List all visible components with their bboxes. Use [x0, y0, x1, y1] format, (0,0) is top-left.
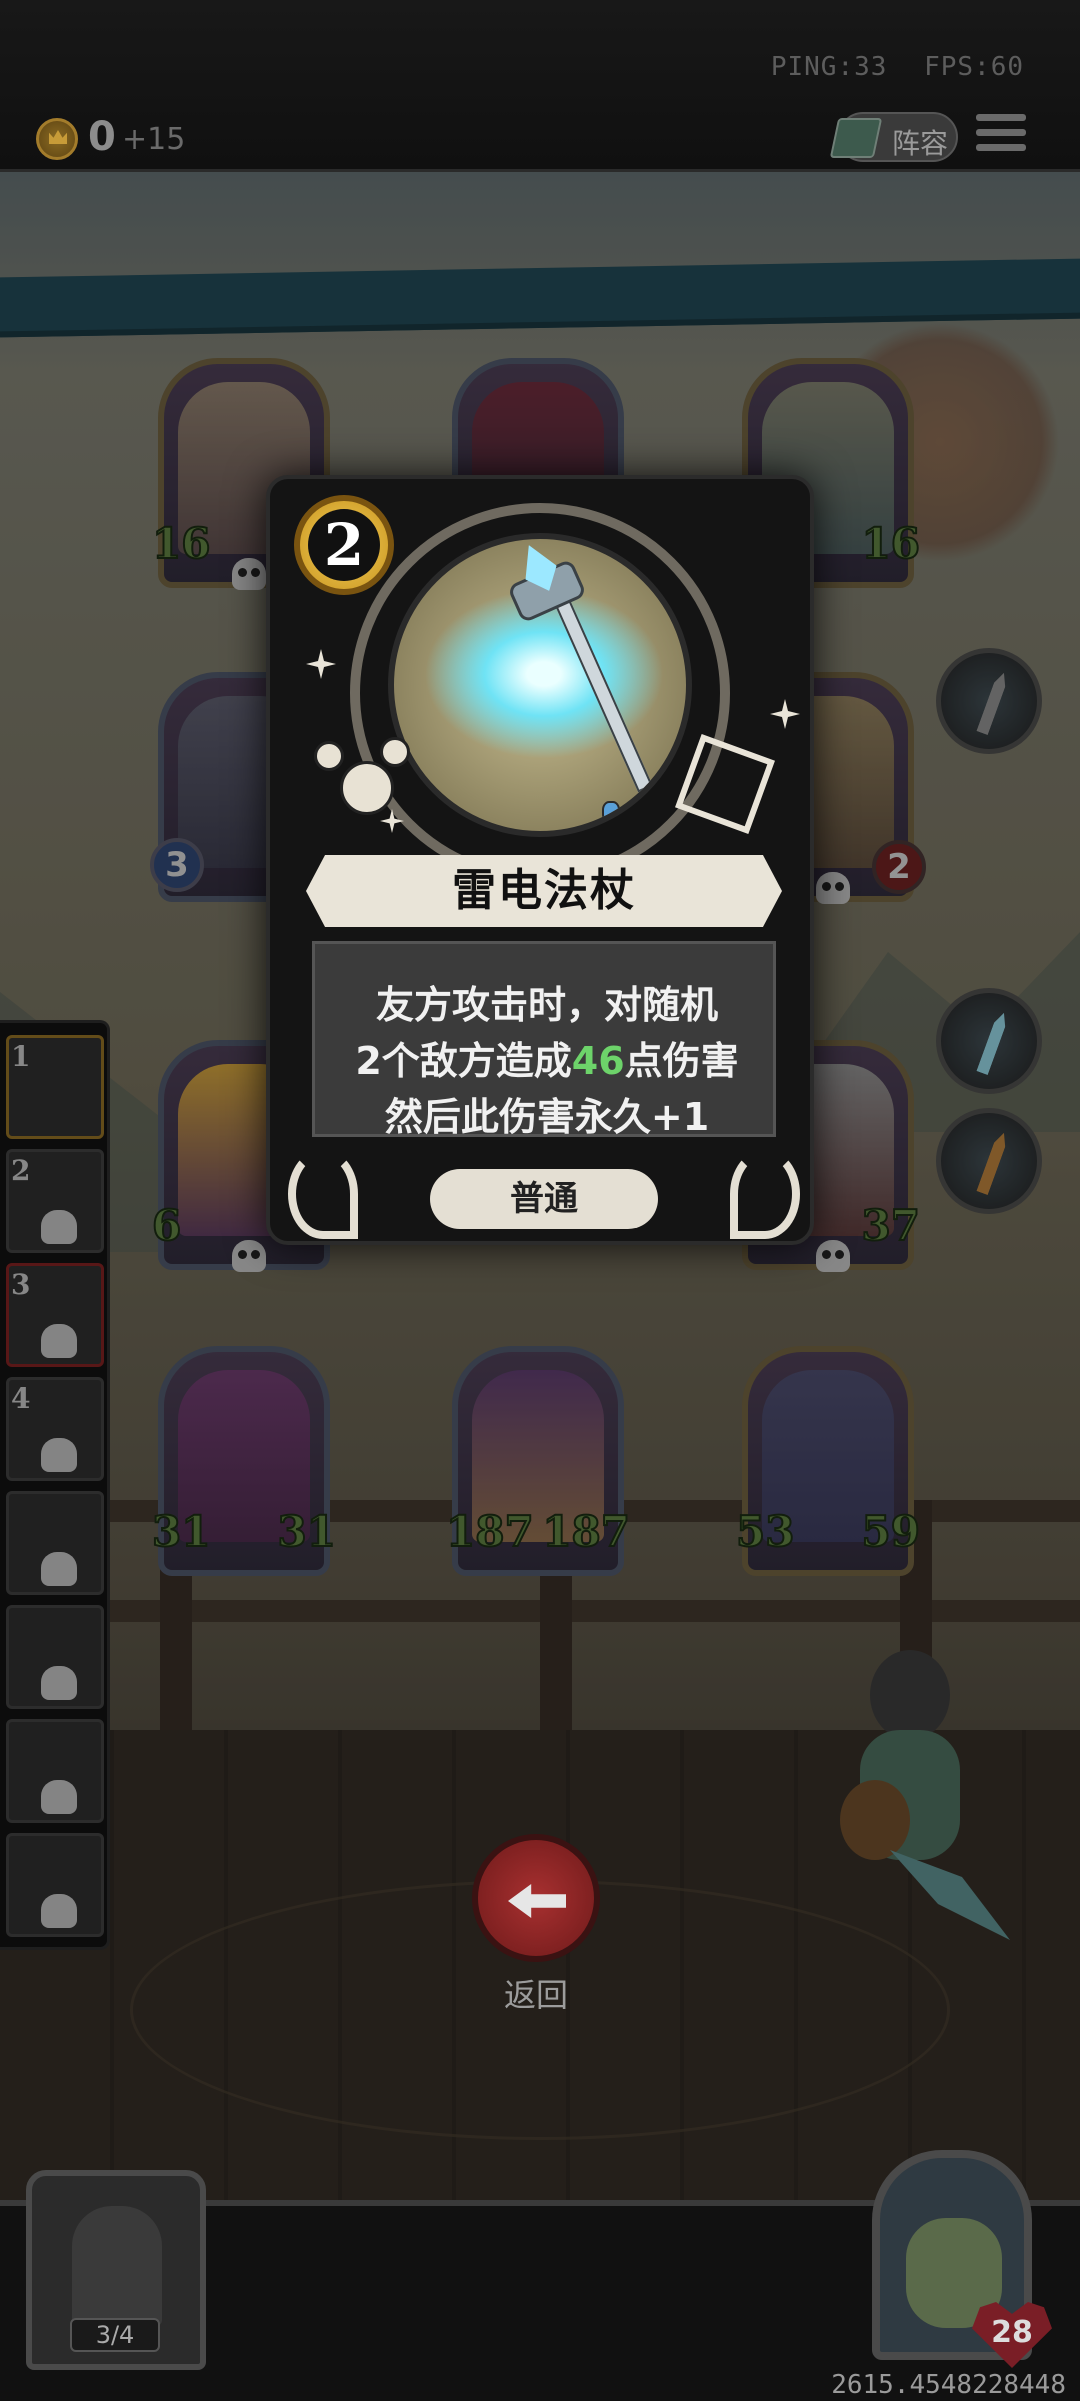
- arrow-left-icon: [508, 1884, 566, 1918]
- item-description: 友方攻击时，对随机 2个敌方造成46点伤害 然后此伤害永久+1: [312, 941, 779, 1139]
- paw-print-icon: [340, 761, 394, 815]
- paw-print-icon: [314, 741, 344, 771]
- back-label: 返回: [503, 1976, 568, 2014]
- item-name-ribbon: 雷电法杖: [306, 855, 782, 927]
- item-art: [388, 533, 692, 837]
- gold-income: +15: [122, 122, 186, 157]
- menu-icon[interactable]: [976, 114, 1026, 156]
- item-detail-card: 2 雷电法杖 友方攻击时，对随机 2个敌方造成46点伤害 然后此伤害永久+1 普…: [266, 475, 814, 1245]
- desc-line-3: 然后此伤害永久+1: [384, 1095, 710, 1139]
- gem-icon: [602, 801, 620, 823]
- lineup-label: 阵容: [892, 127, 949, 160]
- desc-line-2-b: 点伤害: [624, 1039, 739, 1083]
- sparkle-icon: [770, 699, 800, 729]
- item-cost: 2: [323, 511, 365, 579]
- network-stats: PING:33 FPS:60: [751, 52, 1024, 82]
- lineup-button[interactable]: 阵容: [829, 112, 958, 162]
- book-icon: [829, 118, 883, 158]
- crown-icon: [49, 130, 67, 144]
- coordinate-readout: 2615.4548228448: [831, 2370, 1066, 2400]
- desc-line-2-a: 2个敌方造成: [355, 1039, 572, 1083]
- paw-print-icon: [380, 737, 410, 767]
- damage-value: 46: [571, 1039, 625, 1083]
- top-hud: PING:33 FPS:60 0 +15 阵容: [0, 0, 1080, 172]
- chest-count: 3/4: [70, 2318, 160, 2352]
- item-name: 雷电法杖: [452, 865, 636, 916]
- corner-swirl-icon: [288, 1149, 358, 1239]
- hero-silhouette: [72, 2206, 162, 2326]
- corner-swirl-icon: [730, 1149, 800, 1239]
- desc-line-1: 友方攻击时，对随机: [375, 983, 718, 1027]
- sparkle-icon: [306, 649, 336, 679]
- ping-readout: PING:33: [770, 52, 888, 82]
- gold-amount: 0: [88, 114, 116, 160]
- cost-badge: 2: [294, 495, 394, 595]
- fps-readout: FPS:60: [924, 52, 1024, 82]
- desc-line-2: 2个敌方造成46点伤害: [315, 1030, 779, 1085]
- back-button[interactable]: [472, 1834, 600, 1962]
- gold-coin-icon: [36, 118, 78, 160]
- rarity-badge: 普通: [430, 1169, 658, 1229]
